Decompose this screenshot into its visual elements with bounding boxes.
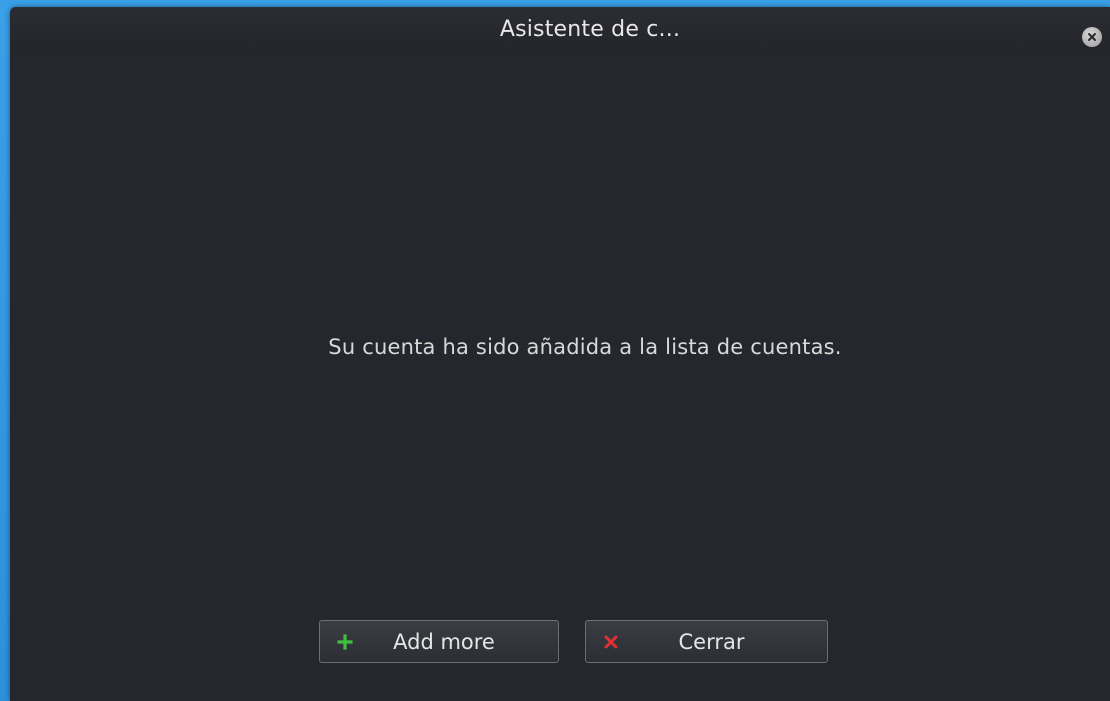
title-bar[interactable]: Asistente de c... bbox=[10, 7, 1110, 55]
close-label: Cerrar bbox=[678, 629, 745, 654]
close-button[interactable]: Cerrar bbox=[585, 620, 828, 663]
plus-icon bbox=[334, 631, 356, 653]
add-more-label: Add more bbox=[393, 629, 495, 654]
close-icon bbox=[1088, 33, 1096, 41]
window-title: Asistente de c... bbox=[499, 17, 681, 42]
confirmation-message: Su cuenta ha sido añadida a la lista de … bbox=[328, 335, 842, 359]
add-more-button[interactable]: Add more bbox=[319, 620, 559, 663]
x-icon bbox=[600, 631, 622, 653]
dialog-window: Asistente de c... Su cuenta ha sido añad… bbox=[10, 7, 1110, 701]
window-close-button[interactable] bbox=[1082, 27, 1102, 47]
